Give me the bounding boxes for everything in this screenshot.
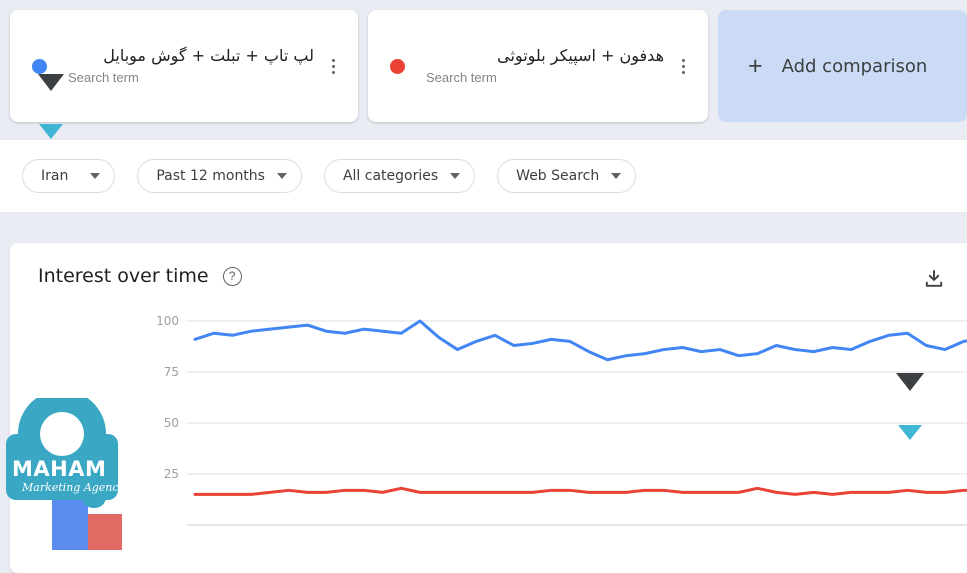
series-color-dot-blue [32,58,47,74]
chevron-down-icon [90,173,101,179]
chart-line [193,486,967,496]
search-term-card-1[interactable]: هدفون + اسپیکر بلوتوثی Search term [368,10,708,122]
chevron-down-icon [611,173,622,179]
search-term-subtitle-0: Search term [68,69,139,85]
add-comparison-label: Add comparison [781,55,928,77]
chevron-down-icon [450,173,461,179]
pointer-dark-top-icon [38,74,64,91]
more-vert-icon[interactable] [320,49,346,83]
plus-icon: + [748,51,763,80]
chart-plot-area[interactable]: 100 75 50 25 [10,303,967,573]
chart-series-lines [193,319,967,496]
svg-text:25: 25 [164,467,179,481]
series-color-dot-red [390,58,405,74]
search-term-text-group-0: لپ تاپ + تبلت + گوش موبایل Search term [68,45,320,88]
search-term-title-1: هدفون + اسپیکر بلوتوثی [497,45,664,65]
pointer-cyan-chart-icon [898,425,922,440]
filter-location[interactable]: Iran [22,159,116,193]
interest-over-time-chart[interactable]: 100 75 50 25 [10,303,967,573]
chart-line [193,319,967,362]
filter-time-range[interactable]: Past 12 months [137,159,302,193]
filter-location-label: Iran [41,168,69,184]
chart-header: Interest over time ? [38,265,242,287]
more-vert-icon[interactable] [670,49,696,83]
download-icon[interactable] [922,267,946,291]
filter-category[interactable]: All categories [323,159,476,193]
page-title: Interest over time [38,265,209,287]
search-term-text-group-1: هدفون + اسپیکر بلوتوثی Search term [426,45,670,88]
search-term-subtitle-1: Search term [426,69,497,85]
search-term-title-0: لپ تاپ + تبلت + گوش موبایل [103,45,314,65]
filters-bar: Iran Past 12 months All categories Web S… [0,140,967,212]
search-term-card-0[interactable]: لپ تاپ + تبلت + گوش موبایل Search term [10,10,358,122]
pointer-dark-chart-icon [896,373,924,391]
chart-gridlines [187,320,967,526]
filter-category-label: All categories [342,168,439,184]
filter-search-type[interactable]: Web Search [497,159,637,193]
svg-text:75: 75 [164,365,179,379]
svg-text:100: 100 [156,314,179,328]
chevron-down-icon [276,173,287,179]
pointer-cyan-top-icon [39,124,63,139]
filter-time-range-label: Past 12 months [156,168,265,184]
chart-y-axis-labels: 100 75 50 25 [156,314,179,481]
add-comparison-button[interactable]: + Add comparison [718,10,967,122]
svg-text:50: 50 [164,416,179,430]
question-mark-icon[interactable]: ? [222,266,242,286]
comparison-bar: لپ تاپ + تبلت + گوش موبایل Search term ه… [0,0,967,140]
filter-search-type-label: Web Search [516,168,600,184]
interest-over-time-card: Interest over time ? 100 75 50 25 [10,243,967,573]
